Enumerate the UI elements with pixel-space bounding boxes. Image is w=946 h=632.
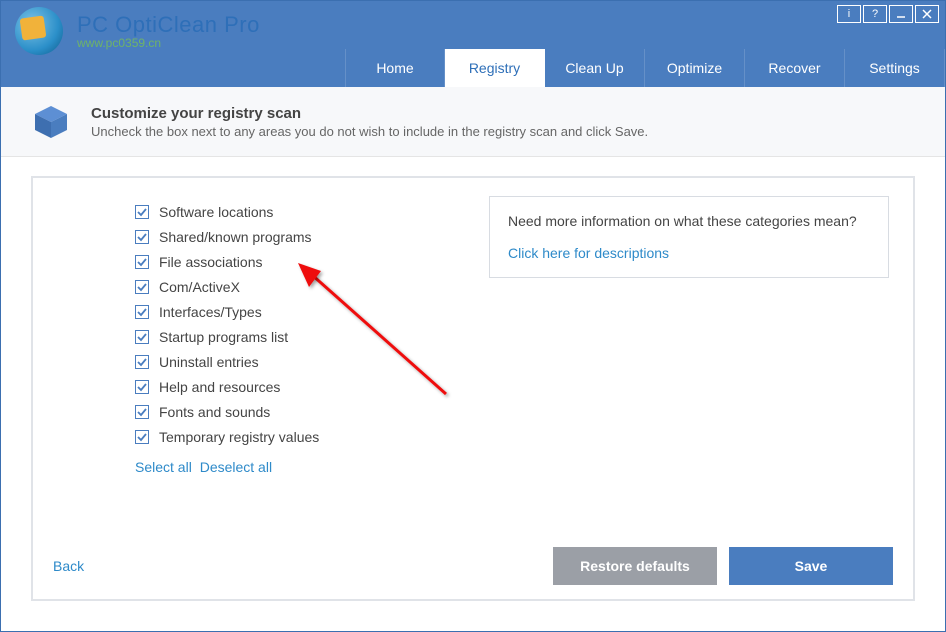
check-label: Interfaces/Types: [159, 304, 262, 320]
check-label: Com/ActiveX: [159, 279, 240, 295]
help-button[interactable]: ?: [863, 5, 887, 23]
logo-area: PC OptiClean Pro www.pc0359.cn: [15, 7, 260, 55]
check-item: Com/ActiveX: [135, 279, 319, 295]
back-link[interactable]: Back: [53, 558, 84, 574]
check-label: Fonts and sounds: [159, 404, 270, 420]
check-item: Fonts and sounds: [135, 404, 319, 420]
page-title: Customize your registry scan: [91, 105, 648, 122]
checkbox[interactable]: [135, 230, 149, 244]
info-box: Need more information on what these cate…: [489, 196, 889, 278]
check-label: Temporary registry values: [159, 429, 319, 445]
check-item: File associations: [135, 254, 319, 270]
check-item: Uninstall entries: [135, 354, 319, 370]
check-label: Help and resources: [159, 379, 280, 395]
check-item: Shared/known programs: [135, 229, 319, 245]
page-header: Customize your registry scan Uncheck the…: [1, 87, 945, 157]
app-title: PC OptiClean Pro: [77, 12, 260, 38]
checkbox[interactable]: [135, 280, 149, 294]
info-title: Need more information on what these cate…: [508, 213, 870, 229]
checklist: Software locations Shared/known programs…: [135, 204, 319, 475]
checkbox[interactable]: [135, 255, 149, 269]
watermark-text: www.pc0359.cn: [77, 36, 260, 50]
checkbox[interactable]: [135, 205, 149, 219]
close-button[interactable]: [915, 5, 939, 23]
tab-home[interactable]: Home: [345, 49, 445, 87]
page-subtitle: Uncheck the box next to any areas you do…: [91, 124, 648, 139]
tab-recover[interactable]: Recover: [745, 49, 845, 87]
checkbox[interactable]: [135, 330, 149, 344]
check-item: Software locations: [135, 204, 319, 220]
checkbox[interactable]: [135, 380, 149, 394]
check-item: Interfaces/Types: [135, 304, 319, 320]
tab-settings[interactable]: Settings: [845, 49, 945, 87]
checkbox[interactable]: [135, 405, 149, 419]
select-all-link[interactable]: Select all: [135, 459, 192, 475]
checkbox[interactable]: [135, 355, 149, 369]
tab-cleanup[interactable]: Clean Up: [545, 49, 645, 87]
info-link[interactable]: Click here for descriptions: [508, 245, 870, 261]
app-logo-icon: [15, 7, 63, 55]
deselect-all-link[interactable]: Deselect all: [200, 459, 272, 475]
checkbox[interactable]: [135, 305, 149, 319]
cube-icon: [29, 100, 73, 144]
save-button[interactable]: Save: [729, 547, 893, 585]
check-label: Shared/known programs: [159, 229, 312, 245]
check-label: File associations: [159, 254, 263, 270]
tab-registry[interactable]: Registry: [445, 49, 545, 87]
check-item: Help and resources: [135, 379, 319, 395]
check-label: Startup programs list: [159, 329, 288, 345]
bottom-bar: Back Restore defaults Save: [53, 547, 893, 585]
tab-optimize[interactable]: Optimize: [645, 49, 745, 87]
check-label: Software locations: [159, 204, 273, 220]
restore-defaults-button[interactable]: Restore defaults: [553, 547, 717, 585]
minimize-button[interactable]: [889, 5, 913, 23]
check-label: Uninstall entries: [159, 354, 259, 370]
checkbox[interactable]: [135, 430, 149, 444]
info-button[interactable]: i: [837, 5, 861, 23]
check-item: Temporary registry values: [135, 429, 319, 445]
check-item: Startup programs list: [135, 329, 319, 345]
content-panel: Software locations Shared/known programs…: [31, 176, 915, 601]
